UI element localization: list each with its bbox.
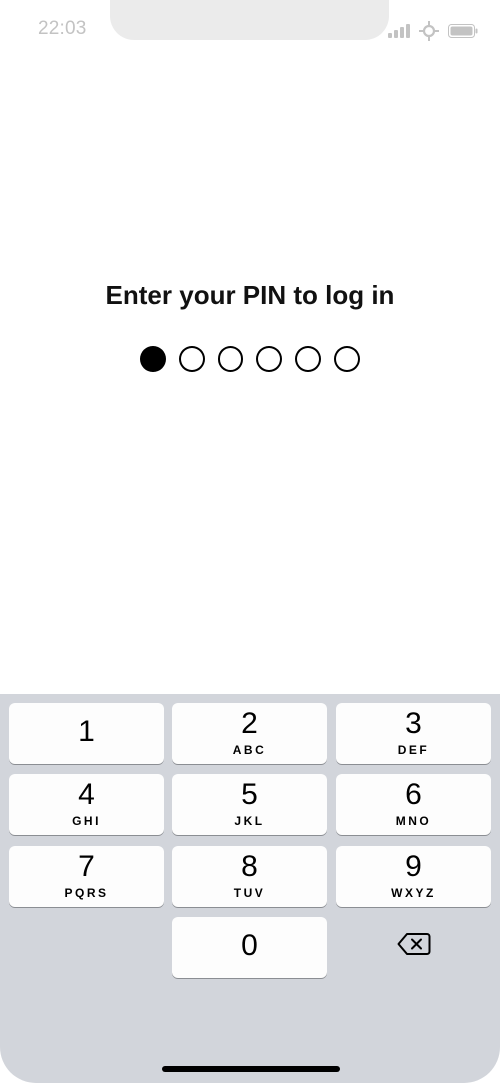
phone-screen: 22:03 Enter your PIN to log in 1 2 ABC 3… <box>0 0 500 1083</box>
key-9[interactable]: 9 WXYZ <box>336 846 491 907</box>
key-2[interactable]: 2 ABC <box>172 703 327 764</box>
key-digit: 3 <box>405 707 422 740</box>
key-digit: 4 <box>78 778 95 811</box>
status-bar: 22:03 <box>0 0 500 60</box>
key-4[interactable]: 4 GHI <box>9 774 164 835</box>
key-letters: MNO <box>395 814 432 828</box>
status-time: 22:03 <box>38 18 87 39</box>
key-digit: 8 <box>241 850 258 883</box>
key-letters: PQRS <box>64 886 109 900</box>
key-digit: 9 <box>405 850 422 883</box>
key-0[interactable]: 0 <box>172 917 327 978</box>
key-digit: 1 <box>78 715 95 748</box>
key-digit: 0 <box>241 929 258 962</box>
key-letters: TUV <box>233 886 266 900</box>
backspace-icon <box>397 932 431 961</box>
key-6[interactable]: 6 MNO <box>336 774 491 835</box>
backspace-button[interactable] <box>336 916 491 977</box>
battery-icon <box>448 24 478 38</box>
pin-dot-empty <box>295 346 322 372</box>
notch <box>110 0 389 40</box>
key-3[interactable]: 3 DEF <box>336 703 491 764</box>
key-digit: 6 <box>405 778 422 811</box>
key-8[interactable]: 8 TUV <box>172 846 327 907</box>
pin-indicator <box>140 346 360 372</box>
key-5[interactable]: 5 JKL <box>172 774 327 835</box>
key-digit: 5 <box>241 778 258 811</box>
key-letters: ABC <box>232 743 267 757</box>
status-icons <box>388 21 478 41</box>
numeric-keypad: 1 2 ABC 3 DEF 4 GHI 5 JKL 6 MNO 7 PQRS 8 <box>0 694 500 1083</box>
pin-dot-empty <box>256 346 283 372</box>
pin-dot-filled <box>140 346 166 372</box>
key-letters: GHI <box>72 814 101 828</box>
pin-dot-empty <box>178 346 205 372</box>
page-title: Enter your PIN to log in <box>105 280 395 310</box>
key-letters: WXYZ <box>391 886 436 900</box>
key-letters: JKL <box>234 814 265 828</box>
key-digit: 2 <box>241 707 258 740</box>
key-1[interactable]: 1 <box>9 703 164 764</box>
key-letters: DEF <box>397 743 430 757</box>
signal-icon <box>388 24 410 38</box>
wifi-icon <box>419 21 439 41</box>
pin-dot-empty <box>217 346 244 372</box>
key-7[interactable]: 7 PQRS <box>9 846 164 907</box>
pin-dot-empty <box>334 346 360 372</box>
home-indicator[interactable] <box>162 1066 340 1072</box>
key-digit: 7 <box>78 850 95 883</box>
